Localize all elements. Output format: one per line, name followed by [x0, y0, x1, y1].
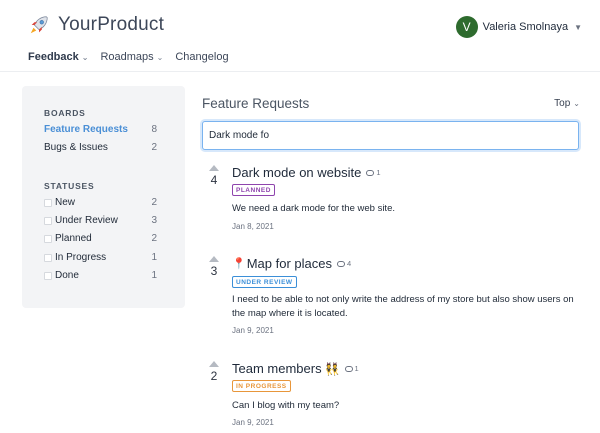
- nav-item-feedback[interactable]: Feedback ⌄: [28, 51, 88, 63]
- sidebar-item-feature-requests[interactable]: Feature Requests 8: [44, 124, 157, 135]
- post-description: Can I blog with my team?: [232, 400, 340, 411]
- status-name: New: [55, 197, 76, 208]
- chevron-down-icon[interactable]: ▼: [574, 23, 582, 32]
- nav-item-label: Roadmaps: [100, 51, 154, 63]
- comment-count-value: 1: [354, 364, 359, 373]
- status-checkbox[interactable]: [44, 234, 52, 243]
- status-name: In Progress: [55, 252, 107, 263]
- comment-bubble-icon: [336, 260, 345, 267]
- status-badge: IN PROGRESS: [232, 380, 291, 392]
- sort-label: Top: [554, 98, 571, 109]
- status-count: 3: [151, 215, 157, 226]
- upvote-arrow-icon[interactable]: [209, 165, 219, 171]
- chevron-down-icon: ⌄: [573, 99, 580, 108]
- comment-count-value: 4: [346, 259, 352, 268]
- search-input[interactable]: [202, 121, 579, 150]
- status-filter-planned[interactable]: Planned 2: [44, 233, 157, 244]
- comment-count: 1: [344, 364, 359, 373]
- app-header: YourProduct V Valeria Smolnaya ▼ Feedbac…: [0, 0, 600, 72]
- user-menu[interactable]: V Valeria Smolnaya ▼: [455, 16, 582, 38]
- comment-bubble-icon: [344, 365, 353, 372]
- sort-dropdown[interactable]: Top ⌄: [554, 98, 580, 109]
- status-name: Done: [55, 270, 79, 281]
- status-filter-under-review[interactable]: Under Review 3: [44, 215, 157, 226]
- board-count: 2: [151, 142, 157, 153]
- post-title-text: Map for places: [246, 256, 332, 271]
- status-name: Under Review: [55, 215, 118, 226]
- status-filter-new[interactable]: New 2: [44, 197, 157, 208]
- nav-item-roadmaps[interactable]: Roadmaps ⌄: [100, 51, 163, 63]
- pin-icon: 📍: [232, 258, 246, 270]
- page-title: Feature Requests: [202, 96, 310, 111]
- avatar[interactable]: V: [455, 16, 478, 38]
- board-name: Feature Requests: [44, 124, 128, 135]
- vote-count: 3: [210, 264, 218, 278]
- nav-item-label: Feedback: [28, 51, 79, 63]
- status-checkbox[interactable]: [44, 253, 52, 262]
- board-count: 8: [151, 124, 157, 135]
- post-title[interactable]: Dark mode on website 1: [232, 165, 381, 180]
- status-name: Planned: [55, 233, 92, 244]
- post-description: We need a dark mode for the web site.: [232, 203, 395, 214]
- post-description: I need to be able to not only write the …: [232, 294, 574, 319]
- upvote-arrow-icon[interactable]: [209, 361, 219, 367]
- comment-count: 1: [366, 168, 381, 177]
- chevron-down-icon: ⌄: [156, 52, 164, 62]
- board-name: Bugs & Issues: [44, 142, 108, 153]
- status-badge: PLANNED: [232, 184, 275, 196]
- user-name[interactable]: Valeria Smolnaya: [483, 21, 568, 33]
- comment-bubble-icon: [366, 169, 375, 176]
- dancers-emoji-icon: 👯: [324, 361, 340, 376]
- upvote-arrow-icon[interactable]: [209, 256, 219, 262]
- status-count: 2: [151, 197, 157, 208]
- comment-count: 4: [336, 259, 352, 268]
- comment-count-value: 1: [376, 168, 381, 177]
- post-title[interactable]: Team members 👯 1: [232, 361, 359, 376]
- status-filter-in-progress[interactable]: In Progress 1: [44, 252, 157, 263]
- vote-control[interactable]: 2: [202, 361, 226, 383]
- status-checkbox[interactable]: [44, 198, 52, 207]
- status-count: 2: [151, 233, 157, 244]
- sidebar: BOARDS Feature Requests 8 Bugs & Issues …: [22, 86, 185, 308]
- rocket-icon[interactable]: [28, 14, 50, 36]
- status-count: 1: [151, 252, 157, 263]
- post-date: Jan 8, 2021: [232, 222, 274, 231]
- post-title-text: Dark mode on website: [232, 165, 362, 180]
- boards-section-title: BOARDS: [44, 108, 86, 118]
- status-filter-done[interactable]: Done 1: [44, 270, 157, 281]
- main-nav: Feedback ⌄ Roadmaps ⌄ Changelog: [28, 51, 229, 63]
- brand-name[interactable]: YourProduct: [58, 14, 164, 36]
- post-title[interactable]: 📍 Map for places 4: [232, 256, 351, 271]
- status-count: 1: [151, 270, 157, 281]
- nav-item-label: Changelog: [175, 51, 229, 63]
- status-badge: UNDER REVIEW: [232, 276, 297, 288]
- post-title-text: Team members: [232, 361, 322, 376]
- vote-control[interactable]: 3: [202, 256, 226, 278]
- vote-control[interactable]: 4: [202, 165, 226, 187]
- post-date: Jan 9, 2021: [232, 326, 274, 335]
- chevron-down-icon: ⌄: [81, 52, 89, 62]
- status-checkbox[interactable]: [44, 271, 52, 280]
- vote-count: 4: [210, 173, 218, 187]
- sidebar-item-bugs-issues[interactable]: Bugs & Issues 2: [44, 142, 157, 153]
- vote-count: 2: [210, 369, 218, 383]
- post-date: Jan 9, 2021: [232, 418, 274, 427]
- nav-item-changelog[interactable]: Changelog: [175, 51, 228, 63]
- statuses-section-title: STATUSES: [44, 181, 95, 191]
- status-checkbox[interactable]: [44, 216, 52, 225]
